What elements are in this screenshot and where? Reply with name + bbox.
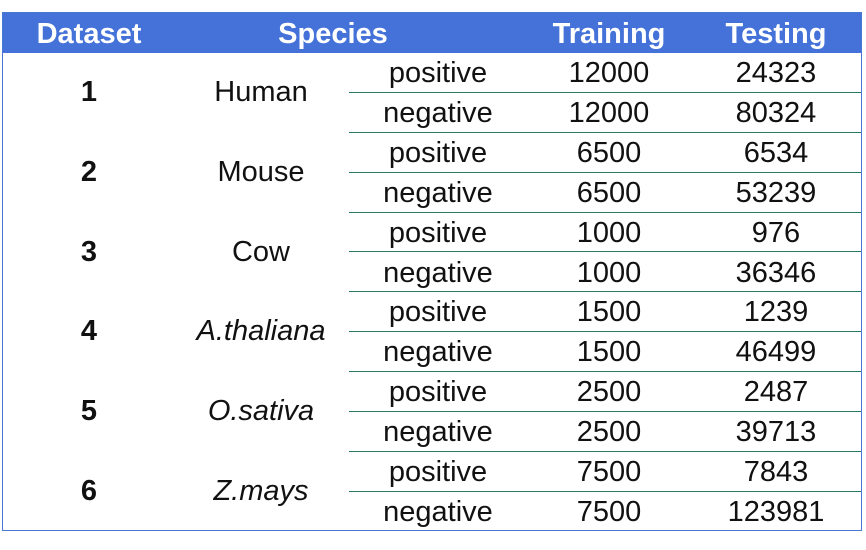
table-row: negative 2500 39713 (349, 412, 861, 452)
training-count: 1000 (576, 216, 642, 249)
dataset-number: 3 (80, 235, 98, 268)
testing-count: 24323 (735, 57, 817, 89)
testing-count: 123981 (727, 495, 825, 528)
testing-count: 1239 (743, 296, 809, 329)
class-label: negative (383, 416, 493, 449)
training-count: 12000 (568, 96, 650, 129)
table-row: negative 1000 36346 (349, 253, 861, 293)
table-row: negative 7500 123981 (349, 492, 861, 532)
dataset-number: 4 (80, 315, 98, 348)
species-name: Z.mays (213, 475, 309, 507)
training-count: 1500 (576, 296, 642, 329)
testing-count: 53239 (735, 176, 817, 209)
training-count: 6500 (576, 176, 642, 209)
class-label: negative (383, 176, 493, 209)
table-header: Dataset Species Training Testing (3, 13, 861, 53)
species-name: O.sativa (207, 395, 315, 428)
table-row: positive 1500 1239 (349, 292, 861, 333)
training-count: 12000 (568, 57, 650, 89)
class-label: negative (383, 96, 493, 129)
species-name: A.thaliana (196, 315, 326, 348)
species-name: Mouse (217, 155, 305, 188)
training-count: 1500 (576, 336, 642, 369)
testing-count: 976 (751, 216, 801, 249)
training-count: 7500 (576, 495, 642, 528)
table-row: negative 1500 46499 (349, 332, 861, 373)
testing-count: 80324 (735, 96, 817, 129)
species-name: Cow (231, 235, 290, 268)
header-training: Training (552, 18, 666, 50)
testing-count: 36346 (735, 256, 817, 289)
dataset-number: 1 (80, 76, 98, 108)
class-label: positive (388, 296, 488, 329)
class-label: positive (388, 216, 488, 249)
training-count: 2500 (576, 416, 642, 449)
class-label: negative (383, 495, 493, 528)
class-label: positive (388, 456, 488, 488)
dataset-number: 6 (80, 475, 98, 507)
header-testing: Testing (725, 18, 827, 50)
testing-count: 7843 (743, 456, 809, 488)
testing-count: 2487 (743, 376, 809, 409)
header-species: Species (278, 18, 388, 50)
testing-count: 39713 (735, 416, 817, 449)
training-count: 6500 (576, 136, 642, 169)
testing-count: 6534 (743, 136, 809, 169)
dataset-table: Dataset Species Training Testing 1 Human p… (2, 12, 862, 531)
dataset-number: 5 (80, 395, 98, 428)
dataset-number: 2 (80, 155, 98, 188)
class-label: positive (388, 136, 488, 169)
header-dataset: Dataset (36, 18, 142, 50)
class-label: positive (388, 376, 488, 409)
table-row: positive 1000 976 (349, 213, 861, 253)
class-label: positive (388, 57, 488, 89)
table-row: negative 6500 53239 (349, 173, 861, 213)
table-row: positive 2500 2487 (349, 372, 861, 413)
testing-count: 46499 (735, 336, 817, 369)
table-row: positive 12000 24323 (349, 53, 861, 93)
species-name: Human (214, 76, 308, 108)
class-label: negative (383, 256, 493, 289)
training-count: 7500 (576, 456, 642, 488)
training-count: 2500 (576, 376, 642, 409)
training-count: 1000 (576, 256, 642, 289)
table-row: positive 7500 7843 (349, 452, 861, 492)
table-row: positive 6500 6534 (349, 133, 861, 173)
class-label: negative (383, 336, 493, 369)
table-row: negative 12000 80324 (349, 93, 861, 133)
